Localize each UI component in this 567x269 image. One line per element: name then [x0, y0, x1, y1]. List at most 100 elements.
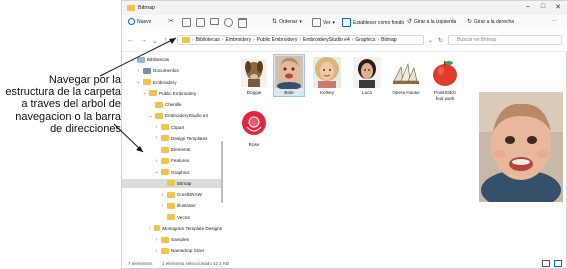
more-options-button[interactable]: ···	[552, 18, 557, 24]
chevron-down-icon[interactable]: ⌄	[136, 79, 141, 85]
nav-item[interactable]: › Clipart	[122, 123, 222, 132]
rotate-left-icon: ↺	[407, 19, 413, 25]
file-thumbnail[interactable]: PointStitch fruit work	[430, 55, 460, 101]
sort-button[interactable]: ⇅ Ordenar ▾	[272, 18, 302, 26]
address-bar[interactable]: › Bibliotecas › Embroidery › Public Embr…	[177, 35, 424, 45]
window-title-area: Bitmap	[127, 5, 155, 11]
breadcrumb-item[interactable]: Bibliotecas	[196, 37, 220, 43]
new-button[interactable]: Nuevo	[128, 18, 151, 25]
chevron-right-icon[interactable]: ›	[160, 192, 165, 198]
nav-item[interactable]: › Monogram Template Designs	[122, 224, 222, 233]
chevron-right-icon[interactable]: ›	[160, 203, 165, 209]
search-placeholder: Buscar en Bitmap	[457, 37, 497, 43]
share-icon[interactable]	[224, 18, 233, 27]
folder-icon	[161, 236, 169, 243]
minimize-button[interactable]: –	[522, 3, 534, 10]
breadcrumb-item[interactable]: Bitmap	[381, 37, 397, 43]
navigation-pane: ⌄ Bibliotecas › Documentos ⌄ Embroidery ⌄ Publi…	[122, 53, 225, 261]
nav-item[interactable]: Bitmap	[122, 178, 222, 188]
callout-line: estructura de la carpeta	[5, 86, 121, 99]
file-thumbnail[interactable]: Opera House	[391, 55, 421, 96]
forward-arrow-icon[interactable]: →	[140, 37, 147, 44]
breadcrumb-item[interactable]: Embroidery	[226, 37, 252, 43]
rotate-right-button[interactable]: ↻ Girar a la derecha	[467, 18, 515, 26]
breadcrumb-item[interactable]: EmbroideryStudio e4	[303, 37, 350, 43]
nav-item[interactable]: ⌄ EmbroideryStudio e4	[122, 111, 222, 120]
callout-line: a traves del arbol de	[21, 98, 121, 111]
close-button[interactable]: ✕	[552, 3, 564, 11]
file-thumbnail[interactable]: Rose	[239, 107, 269, 148]
file-name: Opera House	[392, 90, 420, 95]
breadcrumb-item[interactable]: Graphics	[355, 37, 375, 43]
plus-icon	[128, 18, 135, 25]
chevron-right-icon[interactable]: ›	[154, 124, 159, 130]
nav-item-label: CorelDRAW	[177, 192, 202, 197]
set-background-button[interactable]: Establecer como fondo	[342, 18, 404, 27]
nav-item[interactable]: Vector	[122, 213, 222, 222]
file-thumbnail[interactable]: Kelsey	[312, 55, 342, 96]
nav-item-label: Namedrop Sizer	[171, 248, 205, 254]
nav-item[interactable]: ⌄ Embroidery	[122, 78, 222, 87]
nav-item[interactable]: ⌄ Bibliotecas	[122, 55, 222, 64]
chevron-right-icon[interactable]: ›	[154, 237, 159, 243]
file-thumbnail[interactable]: Boie	[273, 54, 305, 97]
dropdown-chevron-icon[interactable]: ⌄	[428, 37, 433, 44]
navigation-scrollbar[interactable]	[221, 141, 223, 203]
item-count: 7 elementos	[128, 261, 153, 266]
chevron-down-icon[interactable]: ⌄	[142, 90, 147, 96]
chevron-right-icon[interactable]: ›	[154, 158, 159, 164]
folder-icon	[161, 146, 169, 153]
nav-item[interactable]: › Illustrator	[122, 201, 222, 210]
nav-item[interactable]: ⌄ Public Embroidery	[122, 89, 222, 98]
chevron-down-icon[interactable]: ⌄	[148, 113, 153, 119]
chevron-down-icon: ▾	[332, 19, 336, 26]
chevron-down-icon[interactable]: ⌄	[154, 169, 159, 175]
folder-icon	[161, 169, 169, 175]
nav-item-label: Features	[171, 158, 190, 164]
nav-item[interactable]: Elements	[122, 145, 222, 154]
chevron-right-icon[interactable]: ›	[154, 135, 159, 141]
nav-item[interactable]: › Documentos	[122, 66, 222, 75]
chevron-right-icon[interactable]: ›	[136, 68, 141, 74]
file-thumbnail[interactable]: Doggie	[239, 55, 269, 96]
back-arrow-icon[interactable]: ←	[127, 37, 134, 44]
cut-icon[interactable]: ✂	[168, 17, 174, 25]
nav-item[interactable]: ⌄ Graphics	[122, 168, 222, 177]
nav-item-label: Graphics	[171, 169, 190, 175]
nav-item[interactable]: Chenille	[122, 100, 222, 109]
chevron-down-icon[interactable]: ⌄	[152, 37, 158, 45]
breadcrumb-item[interactable]: Public Embroidery	[257, 37, 298, 43]
up-arrow-icon[interactable]: ↑	[164, 37, 168, 44]
folder-icon	[161, 135, 169, 142]
nav-item[interactable]: › Design Templates	[122, 134, 222, 143]
file-name: PointStitch fruit work	[434, 90, 456, 101]
chevron-down-icon[interactable]: ⌄	[130, 57, 135, 63]
image-preview	[479, 92, 563, 202]
copy-icon[interactable]	[182, 18, 191, 27]
folder-icon	[161, 124, 169, 130]
paste-icon[interactable]	[196, 18, 205, 27]
rotate-left-button[interactable]: ↺ Girar a la izquierda	[407, 18, 456, 26]
rename-icon[interactable]	[210, 18, 219, 25]
refresh-icon[interactable]: ↻	[438, 37, 443, 44]
rotate-right-label: Girar a la derecha	[474, 18, 515, 25]
rose-image	[239, 107, 269, 141]
file-thumbnail[interactable]: Luca	[352, 55, 382, 96]
large-icons-view-icon[interactable]	[554, 260, 562, 267]
delete-icon[interactable]	[238, 18, 247, 28]
nav-item[interactable]: › Namedrop Sizer	[122, 246, 222, 255]
file-name: Luca	[362, 90, 372, 95]
nav-item[interactable]: › CorelDRAW	[122, 190, 222, 199]
chevron-right-icon[interactable]: ›	[148, 225, 152, 231]
file-name: Kelsey	[320, 90, 334, 95]
nav-item[interactable]: › Samples	[122, 235, 222, 244]
search-input[interactable]: Buscar en Bitmap	[448, 35, 562, 45]
details-view-icon[interactable]	[542, 260, 550, 267]
address-bar-row: ← → ⌄ ↑ › Bibliotecas › Embroidery › Pub…	[122, 29, 567, 52]
view-label: Ver	[323, 19, 331, 26]
nav-item[interactable]: › Features	[122, 156, 222, 165]
man-image	[352, 55, 382, 89]
maximize-button[interactable]: □	[537, 3, 549, 10]
view-button[interactable]: Ver ▾	[312, 18, 335, 27]
chevron-right-icon[interactable]: ›	[154, 248, 159, 254]
